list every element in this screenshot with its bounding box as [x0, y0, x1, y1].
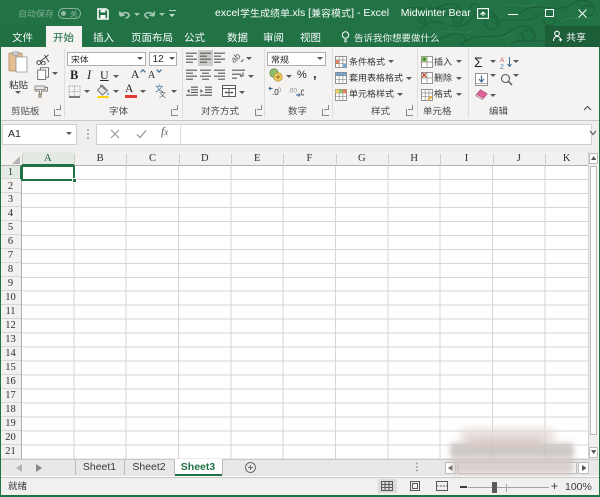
svg-text:.00: .00	[288, 87, 297, 94]
svg-text:0: 0	[301, 88, 305, 97]
svg-text:0: 0	[278, 87, 282, 94]
svg-text:ab: ab	[232, 51, 243, 64]
svg-text:Z: Z	[500, 64, 504, 69]
svg-text:A: A	[500, 57, 505, 64]
